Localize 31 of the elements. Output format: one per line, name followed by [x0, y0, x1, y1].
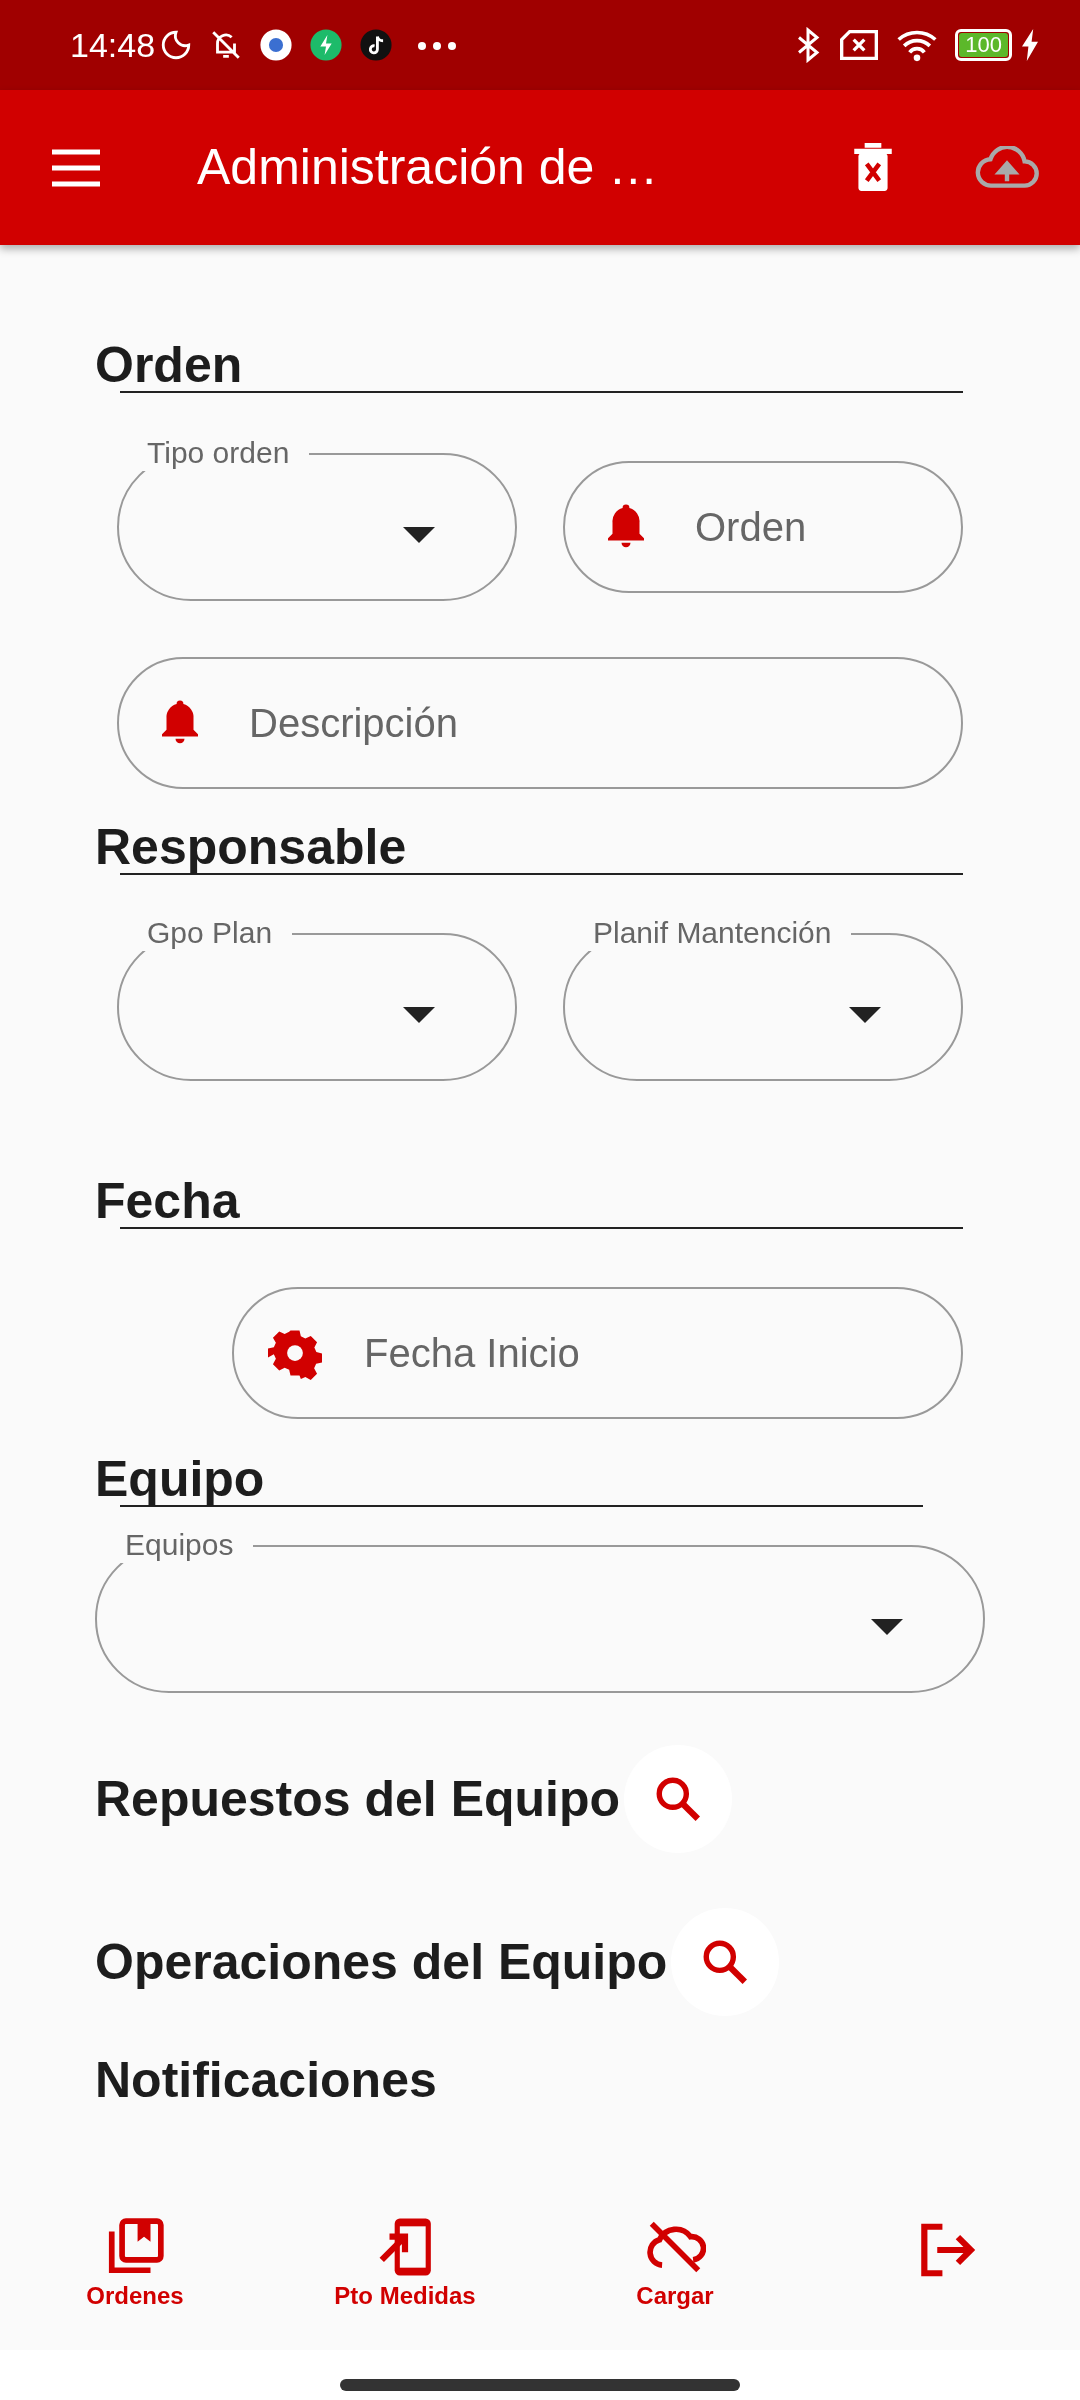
section-heading: Responsable	[95, 818, 408, 877]
app-icon	[259, 28, 294, 62]
menu-icon	[50, 147, 102, 188]
app-title: Administración de …	[197, 138, 659, 197]
text-field[interactable]: Fecha Inicio	[232, 1287, 963, 1419]
app-icon	[359, 28, 394, 62]
cloud-upload-icon	[974, 145, 1040, 190]
dropdown-caret-icon	[871, 1619, 903, 1635]
dropdown-caret-icon	[403, 1007, 435, 1023]
delete-button[interactable]	[852, 142, 894, 193]
trash-icon	[852, 142, 894, 193]
clock-time: 14:48	[70, 24, 156, 66]
more-icon	[417, 40, 458, 51]
dropdown-caret-icon	[403, 527, 435, 543]
nav-item[interactable]: Cargar	[540, 2215, 810, 2315]
section-heading: Fecha	[95, 1172, 241, 1231]
section-heading: Equipo	[95, 1450, 266, 1509]
section-heading: Notificaciones	[95, 2050, 437, 2110]
section-heading: Operaciones del Equipo	[95, 1932, 668, 1992]
section-heading: Repuestos del Equipo	[95, 1769, 621, 1829]
section-heading: Orden	[95, 336, 244, 395]
sim-card-icon	[839, 29, 880, 61]
app-icon	[309, 28, 344, 62]
battery-level: 100	[959, 33, 1008, 57]
charging-icon	[1020, 29, 1040, 61]
text-field[interactable]: Orden	[563, 461, 963, 593]
nav-item[interactable]: Ordenes	[0, 2215, 270, 2315]
dropdown-caret-icon	[849, 1007, 881, 1023]
text-field[interactable]: Descripción	[117, 657, 963, 789]
nav-item[interactable]: Pto Medidas	[270, 2215, 540, 2315]
menu-button[interactable]	[50, 147, 102, 188]
